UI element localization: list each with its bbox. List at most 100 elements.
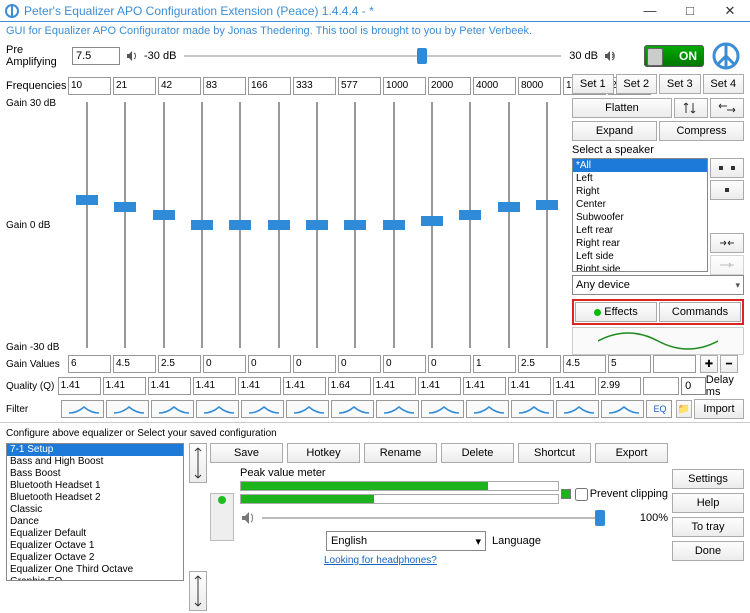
filter-type-3[interactable] [196,400,239,418]
import-button[interactable]: Import [694,399,744,419]
filter-type-1[interactable] [106,400,149,418]
config-item[interactable]: Bass and High Boost [7,456,183,468]
eq-slider-11[interactable] [489,96,527,354]
gain-input-9[interactable]: 1 [473,355,516,373]
expand-button[interactable]: Expand [572,121,657,141]
hotkey-button[interactable]: Hotkey [287,443,360,463]
compress-button[interactable]: Compress [659,121,744,141]
speaker-item[interactable]: Left [573,172,707,185]
delay-input[interactable]: 0 [681,377,706,395]
plus-button[interactable]: ✚ [700,355,718,373]
shortcut-button[interactable]: Shortcut [518,443,591,463]
quality-input-8[interactable]: 1.41 [418,377,461,395]
preamp-slider[interactable] [184,49,561,63]
speaker-item[interactable]: Center [573,198,707,211]
gain-input-12[interactable]: 5 [608,355,651,373]
gain-input-4[interactable]: 0 [248,355,291,373]
quality-input-7[interactable]: 1.41 [373,377,416,395]
eq-slider-4[interactable] [221,96,259,354]
speaker-item[interactable]: Left rear [573,224,707,237]
close-button[interactable]: ✕ [710,0,750,22]
export-button[interactable]: Export [595,443,668,463]
preamp-input[interactable]: 7.5 [72,47,120,65]
gain-spare[interactable] [653,355,696,373]
config-item[interactable]: Equalizer Default [7,528,183,540]
gain-input-10[interactable]: 2.5 [518,355,561,373]
filter-eq-icon[interactable]: EQ [646,400,671,418]
freq-input-0[interactable]: 10 [68,77,111,95]
totray-button[interactable]: To tray [672,517,744,537]
config-item[interactable]: 7-1 Setup [7,444,183,456]
gain-input-2[interactable]: 2.5 [158,355,201,373]
filter-type-5[interactable] [286,400,329,418]
settings-button[interactable]: Settings [672,469,744,489]
done-button[interactable]: Done [672,541,744,561]
gain-input-3[interactable]: 0 [203,355,246,373]
config-item[interactable]: Dance [7,516,183,528]
filter-type-9[interactable] [466,400,509,418]
gain-input-0[interactable]: 6 [68,355,111,373]
filter-type-2[interactable] [151,400,194,418]
freq-input-10[interactable]: 8000 [518,77,561,95]
speaker-item[interactable]: Right rear [573,237,707,250]
q-spare[interactable] [643,377,679,395]
eq-slider-2[interactable] [145,96,183,354]
maximize-button[interactable]: □ [670,0,710,22]
eq-slider-3[interactable] [183,96,221,354]
eq-slider-5[interactable] [260,96,298,354]
speaker-item[interactable]: *All [573,159,707,172]
volume-slider[interactable] [262,511,634,525]
freq-input-4[interactable]: 166 [248,77,291,95]
effects-button[interactable]: Effects [575,302,657,322]
headphones-link[interactable]: Looking for headphones? [324,555,437,566]
config-item[interactable]: Bluetooth Headset 1 [7,480,183,492]
updown-icon-2[interactable] [189,571,207,611]
speaker-item[interactable]: Right [573,185,707,198]
config-item[interactable]: Bass Boost [7,468,183,480]
minimize-button[interactable]: — [630,0,670,22]
quality-input-12[interactable]: 2.99 [598,377,641,395]
config-item[interactable]: Classic [7,504,183,516]
eq-slider-6[interactable] [298,96,336,354]
ch-front-icon[interactable] [710,158,744,178]
rename-button[interactable]: Rename [364,443,437,463]
commands-button[interactable]: Commands [659,302,741,322]
gain-input-6[interactable]: 0 [338,355,381,373]
set-button-2[interactable]: Set 2 [616,74,658,94]
device-combo[interactable]: Any device▾ [572,275,744,295]
quality-input-6[interactable]: 1.64 [328,377,371,395]
set-button-4[interactable]: Set 4 [703,74,745,94]
quality-input-2[interactable]: 1.41 [148,377,191,395]
set-button-3[interactable]: Set 3 [659,74,701,94]
dualarrow-horiz-icon[interactable] [710,98,744,118]
ch-merge-icon[interactable] [710,255,744,275]
speaker-item[interactable]: Right side [573,263,707,272]
eq-slider-9[interactable] [413,96,451,354]
gain-input-8[interactable]: 0 [428,355,471,373]
minus-button[interactable]: ━ [720,355,738,373]
quality-input-5[interactable]: 1.41 [283,377,326,395]
eq-slider-12[interactable] [528,96,566,354]
save-button[interactable]: Save [210,443,283,463]
gain-input-1[interactable]: 4.5 [113,355,156,373]
folder-icon[interactable]: 📁 [676,400,692,418]
filter-type-10[interactable] [511,400,554,418]
freq-input-8[interactable]: 2000 [428,77,471,95]
config-list[interactable]: 7-1 SetupBass and High BoostBass BoostBl… [6,443,184,581]
filter-type-8[interactable] [421,400,464,418]
config-item[interactable]: Graphic EQ [7,576,183,581]
config-item[interactable]: Equalizer Octave 2 [7,552,183,564]
eq-slider-8[interactable] [375,96,413,354]
ch-single-icon[interactable] [710,180,744,200]
filter-type-6[interactable] [331,400,374,418]
filter-type-4[interactable] [241,400,284,418]
quality-input-10[interactable]: 1.41 [508,377,551,395]
set-button-1[interactable]: Set 1 [572,74,614,94]
eq-slider-7[interactable] [336,96,374,354]
config-item[interactable]: Bluetooth Headset 2 [7,492,183,504]
gain-input-7[interactable]: 0 [383,355,426,373]
config-item[interactable]: Equalizer One Third Octave [7,564,183,576]
gain-input-5[interactable]: 0 [293,355,336,373]
eq-slider-10[interactable] [451,96,489,354]
language-combo[interactable]: English▾ [326,531,486,551]
